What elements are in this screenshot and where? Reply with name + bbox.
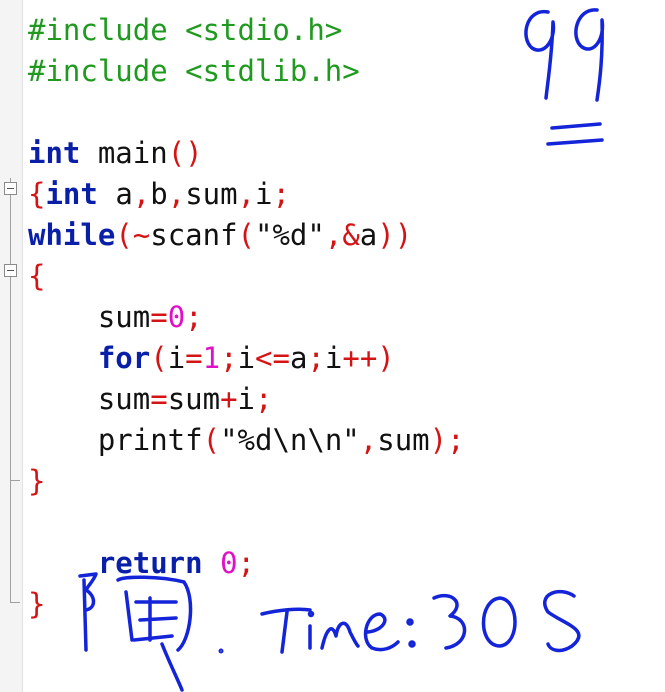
code-token: ); <box>429 423 465 457</box>
code-token: } <box>28 464 46 498</box>
code-token: i <box>255 177 273 211</box>
code-line[interactable]: sum=0; <box>28 297 203 338</box>
code-line[interactable]: #include <stdlib.h> <box>28 51 360 92</box>
code-token: ; <box>185 300 203 334</box>
code-token: ; <box>307 341 325 375</box>
code-token: i <box>237 382 256 416</box>
code-token: #include <stdlib.h> <box>28 54 360 88</box>
code-token: #include <stdio.h> <box>28 13 343 47</box>
code-token: scanf <box>150 218 238 252</box>
code-line[interactable]: } <box>28 584 45 625</box>
code-token: () <box>167 136 203 170</box>
code-token: , <box>237 177 256 211</box>
code-token: sum <box>377 423 430 457</box>
code-line[interactable]: {int a,b,sum,i; <box>28 174 290 215</box>
code-token: i <box>167 341 186 375</box>
code-line[interactable]: for(i=1;i<=a;i++) <box>28 338 395 379</box>
code-token: , <box>359 423 378 457</box>
code-token: + <box>220 382 238 416</box>
code-token: a <box>97 177 133 211</box>
code-token: sum <box>185 177 238 211</box>
code-token: 1 <box>202 341 221 375</box>
code-token: sum <box>28 382 151 416</box>
code-token: , <box>167 177 186 211</box>
handwritten-dot <box>218 648 224 654</box>
code-token: 0 <box>167 300 186 334</box>
code-token: sum <box>167 382 221 416</box>
code-token: i <box>324 341 343 375</box>
code-token: b <box>150 177 168 211</box>
code-token: } <box>28 587 46 621</box>
fold-toggle-while[interactable] <box>4 264 17 277</box>
code-token: ( <box>237 218 256 252</box>
code-line[interactable]: { <box>28 256 45 297</box>
code-token: = <box>185 341 203 375</box>
code-token: int <box>28 136 81 170</box>
code-token: printf <box>28 423 203 457</box>
code-line[interactable]: printf("%d\n\n",sum); <box>28 420 465 461</box>
code-token: sum <box>28 300 151 334</box>
handwritten-number <box>524 8 605 146</box>
code-token: ; <box>237 546 255 580</box>
code-token: = <box>150 300 168 334</box>
code-token: { <box>28 177 46 211</box>
code-token: int <box>45 177 98 211</box>
code-token: ( <box>150 341 168 375</box>
code-line[interactable]: sum=sum+i; <box>28 379 273 420</box>
fold-toggle-main[interactable] <box>4 182 17 195</box>
code-line[interactable]: while(~scanf("%d",&a)) <box>28 215 412 256</box>
code-token: 0 <box>202 546 238 580</box>
code-token: ,& <box>324 218 360 252</box>
fold-end-main <box>10 602 20 603</box>
code-token: { <box>28 259 46 293</box>
code-line[interactable]: return 0; <box>28 543 255 584</box>
code-token: (~ <box>115 218 151 252</box>
code-token: )) <box>377 218 413 252</box>
code-token: "%d\n\n" <box>220 423 360 457</box>
editor-gutter <box>0 0 23 692</box>
code-token: return <box>28 546 203 580</box>
code-token: while <box>28 218 116 252</box>
code-token: , <box>132 177 151 211</box>
code-token: "%d" <box>255 218 325 252</box>
handwritten-character <box>78 572 193 692</box>
code-token: i <box>237 341 256 375</box>
code-token: ( <box>202 423 221 457</box>
code-token: main <box>80 136 168 170</box>
code-token: <= <box>255 341 290 375</box>
code-token: ; <box>220 341 238 375</box>
handwritten-time-note <box>260 589 581 654</box>
code-token: a <box>359 218 378 252</box>
code-token: ; <box>255 382 273 416</box>
code-line[interactable]: } <box>28 461 45 502</box>
code-token: for <box>28 341 151 375</box>
code-token: ; <box>272 177 290 211</box>
code-line[interactable]: #include <stdio.h> <box>28 10 342 51</box>
code-line[interactable]: int main() <box>28 133 203 174</box>
code-token: a <box>289 341 308 375</box>
fold-end-while <box>10 480 20 481</box>
code-token: ++) <box>342 341 395 375</box>
code-token: = <box>150 382 168 416</box>
fold-guide-line <box>10 178 11 603</box>
